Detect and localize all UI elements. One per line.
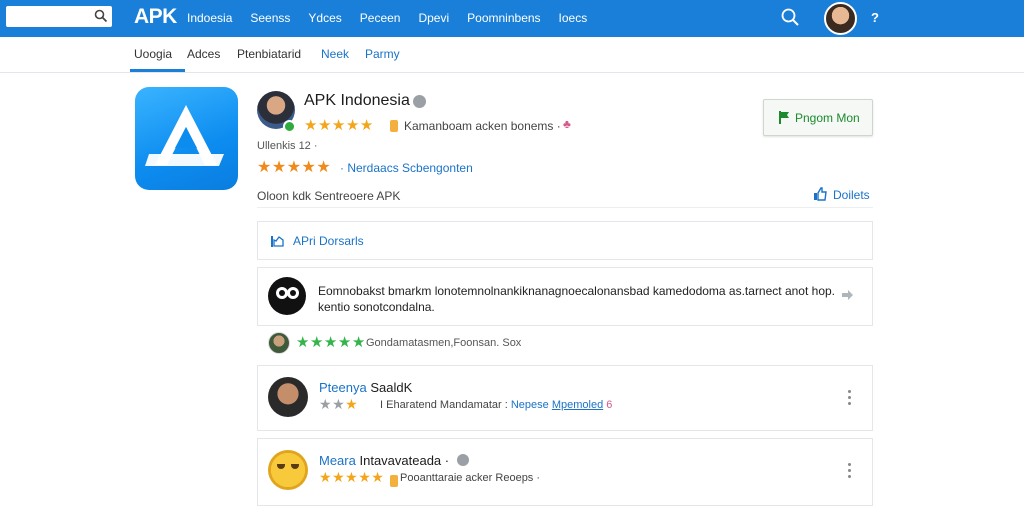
star-icon: ★ [319, 469, 333, 485]
top-nav: Indoesia Seenss Ydces Peceen Dpevi Poomn… [187, 11, 605, 25]
tab-adces[interactable]: Adces [187, 47, 220, 61]
star-icon: ★ [323, 334, 338, 351]
tab-parmy[interactable]: Parmy [365, 47, 400, 61]
thumbs-up-icon [814, 187, 827, 201]
star-icon: ★ [371, 469, 385, 485]
emoji-icon: ♣ [563, 117, 571, 131]
star-icon: ★ [359, 117, 374, 134]
globe-icon [457, 454, 470, 466]
expand-arrow-icon[interactable] [840, 288, 854, 302]
star-icon: ★ [301, 159, 317, 176]
rating-text: Kamanboam acken bonems · [404, 119, 561, 133]
more-options-icon[interactable] [846, 463, 852, 479]
secondary-rating-link[interactable]: · Nerdaacs Scbengonten [340, 161, 473, 175]
app-logo-icon [145, 105, 224, 166]
star-icon: ★ [317, 117, 332, 134]
star-icon: ★ [309, 334, 324, 351]
tab-neek[interactable]: Neek [321, 47, 349, 61]
review-text: Pooanttaraie acker Reoeps · [400, 472, 541, 484]
install-button-label: Pngom Mon [795, 111, 860, 125]
reviewer-name-rest: SaaldK [370, 380, 413, 395]
star-icon: ★ [286, 159, 302, 176]
star-icon: ★ [257, 159, 272, 176]
star-icon: ★ [296, 334, 310, 351]
divider [257, 207, 873, 208]
help-button[interactable]: ? [871, 10, 879, 25]
secondary-rating-stars: ★★★★★ [257, 157, 331, 177]
reviewer-name-rest: Intavavateada · [359, 453, 450, 468]
star-icon: ★ [271, 159, 287, 176]
top-bar: APK Indoesia Seenss Ydces Peceen Dpevi P… [0, 0, 1024, 37]
brand-logo[interactable]: APK [134, 5, 177, 29]
rating-stars: ★★★★★ [319, 469, 384, 486]
flag-icon [779, 111, 789, 124]
reviewer-name[interactable]: Meara Intavavateada · [319, 453, 470, 468]
rating-stars: ★★★ [319, 396, 358, 413]
review-card[interactable]: Pteenya SaaldK ★★★ I Eharatend Mandamata… [257, 365, 873, 431]
rating-stars: ★★★★★ [296, 333, 366, 351]
star-icon: ★ [345, 117, 360, 134]
star-icon: ★ [332, 469, 346, 485]
review-card[interactable]: Eomnobakst bmarkm lonotemnolnankiknanagn… [257, 267, 873, 326]
search-input[interactable] [10, 8, 90, 25]
review-text: I Eharatend Mandamatar : Nepese Mpemoled… [380, 399, 612, 411]
section-header-label: APri Dorsarls [293, 234, 364, 248]
rating-summary-text: Gondamatasmen,Foonsan. Sox [366, 337, 522, 349]
star-icon: ★ [345, 469, 359, 485]
emoji-avatar[interactable] [268, 450, 308, 490]
active-tab-indicator [130, 69, 185, 72]
star-icon: ★ [319, 396, 333, 412]
reviewer-avatar[interactable] [268, 277, 306, 315]
star-icon: ★ [332, 396, 346, 412]
top-nav-item[interactable]: Seenss [250, 11, 290, 25]
star-icon: ★ [345, 396, 359, 412]
rating-section-icon [271, 236, 284, 247]
section-header[interactable]: APri Dorsarls [257, 221, 873, 260]
search-box[interactable] [6, 6, 112, 27]
reviewer-name-first: Pteenya [319, 380, 367, 395]
star-icon: ★ [304, 117, 318, 134]
top-nav-item[interactable]: Ioecs [559, 11, 588, 25]
reviewer-avatar[interactable] [268, 332, 290, 354]
tab-ptenbiatarid[interactable]: Ptenbiatarid [237, 47, 301, 61]
search-icon[interactable] [94, 9, 108, 23]
star-icon: ★ [337, 334, 352, 351]
star-icon: ★ [351, 334, 366, 351]
tab-uoogia[interactable]: Uoogia [134, 47, 172, 61]
star-icon: ★ [331, 117, 346, 134]
star-icon: ★ [358, 469, 372, 485]
review-text: Eomnobakst bmarkm lonotemnolnankiknanagn… [318, 284, 835, 314]
details-link[interactable]: Doilets [813, 187, 870, 202]
details-link-label: Doilets [833, 188, 870, 202]
top-nav-item[interactable]: Indoesia [187, 11, 232, 25]
reviewer-name[interactable]: Pteenya SaaldK [319, 380, 412, 395]
review-link[interactable]: Mpemoled [552, 399, 603, 411]
sub-tabs: Uoogia Adces Ptenbiatarid Neek Parmy [0, 37, 1024, 73]
review-text-plain: I Eharatend Mandamatar : [380, 399, 508, 411]
developer-line: Ullenkis 12 · [257, 140, 318, 152]
review-card[interactable]: Meara Intavavateada · ★★★★★ Pooanttaraie… [257, 438, 873, 506]
app-rating-stars: ★★★★★ [304, 116, 374, 134]
more-options-icon[interactable] [846, 390, 852, 406]
user-avatar[interactable] [824, 2, 857, 35]
reviewer-name-first: Meara [319, 453, 356, 468]
review-trail: 6 [606, 399, 613, 411]
search-icon[interactable] [780, 7, 800, 27]
top-nav-item[interactable]: Ydces [308, 11, 341, 25]
app-title: APK Indonesia [304, 92, 410, 109]
install-button[interactable]: Pngom Mon [763, 99, 873, 136]
badge-icon [390, 120, 398, 132]
app-meta: Oloon kdk Sentreoere APK [257, 189, 401, 203]
verified-badge-icon [283, 120, 296, 133]
star-icon: ★ [316, 159, 332, 176]
review-link[interactable]: Nepese [511, 399, 549, 411]
top-nav-item[interactable]: Peceen [360, 11, 401, 25]
globe-icon [413, 95, 426, 108]
badge-icon [390, 475, 398, 487]
top-nav-item[interactable]: Poomninbens [467, 11, 540, 25]
app-icon [135, 87, 238, 190]
reviewer-avatar[interactable] [268, 377, 308, 417]
top-nav-item[interactable]: Dpevi [418, 11, 449, 25]
